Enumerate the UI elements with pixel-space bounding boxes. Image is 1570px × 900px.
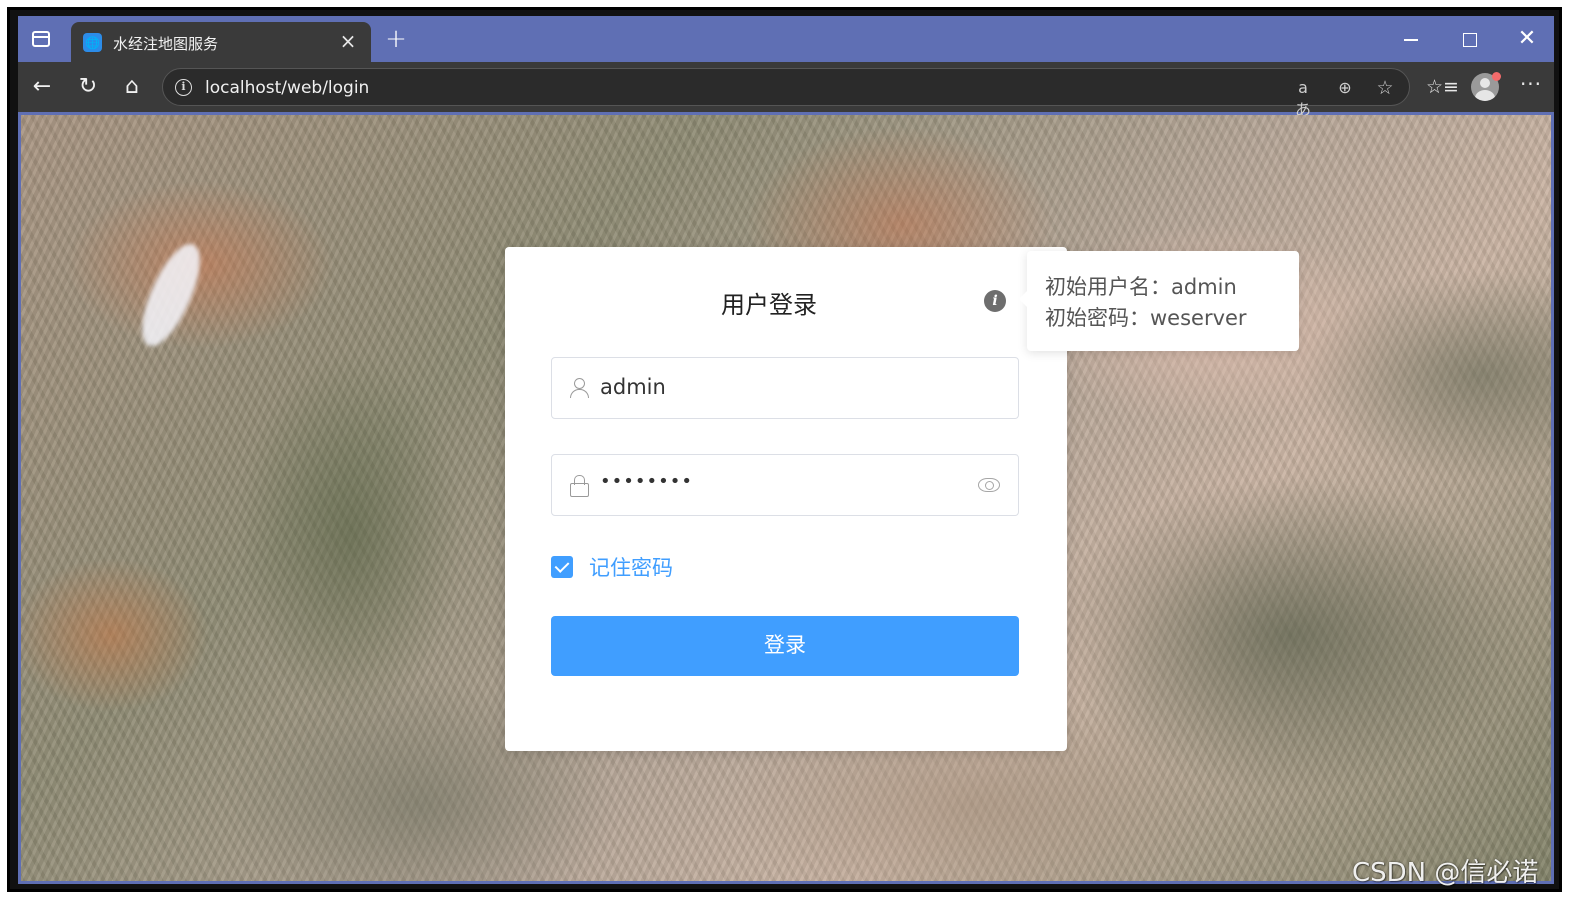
profile-notification-dot (1492, 72, 1501, 81)
url-text[interactable]: localhost/web/login (205, 78, 369, 98)
screenshot-frame: 🌐 水经注地图服务 × + ✕ ← ↻ ⌂ i localhost/web/lo… (7, 7, 1562, 892)
favorites-list-icon[interactable]: ☆≡ (1426, 75, 1459, 99)
login-button[interactable]: 登录 (551, 616, 1019, 676)
browser-window: 🌐 水经注地图服务 × + ✕ ← ↻ ⌂ i localhost/web/lo… (18, 16, 1554, 884)
favorite-star-icon[interactable]: ☆ (1373, 77, 1397, 99)
eye-icon[interactable] (978, 478, 1000, 492)
maximize-icon[interactable] (1454, 26, 1484, 52)
login-title: 用户登录 (721, 291, 817, 319)
browser-tab[interactable]: 🌐 水经注地图服务 × (71, 22, 371, 62)
watermark-text: CSDN @信必诺 (1352, 858, 1539, 888)
address-bar[interactable]: i localhost/web/login aあ ⊕ ☆ (162, 68, 1410, 119)
password-input[interactable]: •••••••• (551, 454, 1019, 516)
info-hint-icon[interactable]: i (984, 290, 1006, 312)
site-info-icon[interactable]: i (175, 79, 192, 96)
tab-close-icon[interactable]: × (337, 30, 359, 52)
page-background: 用户登录 i admin •••••••• 记住密码 登录 初始用户名：admi… (21, 115, 1551, 881)
zoom-icon[interactable]: ⊕ (1333, 77, 1357, 99)
user-icon (570, 378, 589, 398)
translate-icon[interactable]: aあ (1291, 77, 1315, 119)
username-value: admin (600, 375, 666, 399)
tooltip-password-line: 初始密码：weserver (1045, 306, 1247, 330)
tab-title: 水经注地图服务 (113, 35, 219, 53)
credentials-tooltip: 初始用户名：admin 初始密码：weserver (1019, 251, 1299, 351)
home-icon[interactable]: ⌂ (118, 74, 146, 100)
more-icon[interactable]: ··· (1518, 72, 1544, 96)
title-bar: 🌐 水经注地图服务 × + ✕ (18, 16, 1554, 62)
tab-actions-icon[interactable] (32, 31, 50, 47)
browser-toolbar: ← ↻ ⌂ i localhost/web/login aあ ⊕ ☆ ☆≡ ··… (18, 62, 1554, 119)
terrain-highlight (127, 237, 215, 353)
reload-icon[interactable]: ↻ (74, 74, 102, 100)
password-value: •••••••• (600, 471, 693, 492)
back-icon[interactable]: ← (28, 74, 56, 100)
login-card: 用户登录 i admin •••••••• 记住密码 登录 (505, 247, 1067, 751)
tooltip-username-line: 初始用户名：admin (1045, 275, 1237, 299)
minimize-icon[interactable] (1396, 26, 1426, 52)
remember-password-label[interactable]: 记住密码 (589, 552, 673, 582)
lock-icon (570, 475, 589, 497)
checkbox-checked-icon[interactable] (551, 556, 573, 578)
new-tab-icon[interactable]: + (382, 25, 410, 53)
window-close-icon[interactable]: ✕ (1512, 26, 1542, 52)
username-input[interactable]: admin (551, 357, 1019, 419)
favicon-globe-icon: 🌐 (83, 33, 102, 52)
